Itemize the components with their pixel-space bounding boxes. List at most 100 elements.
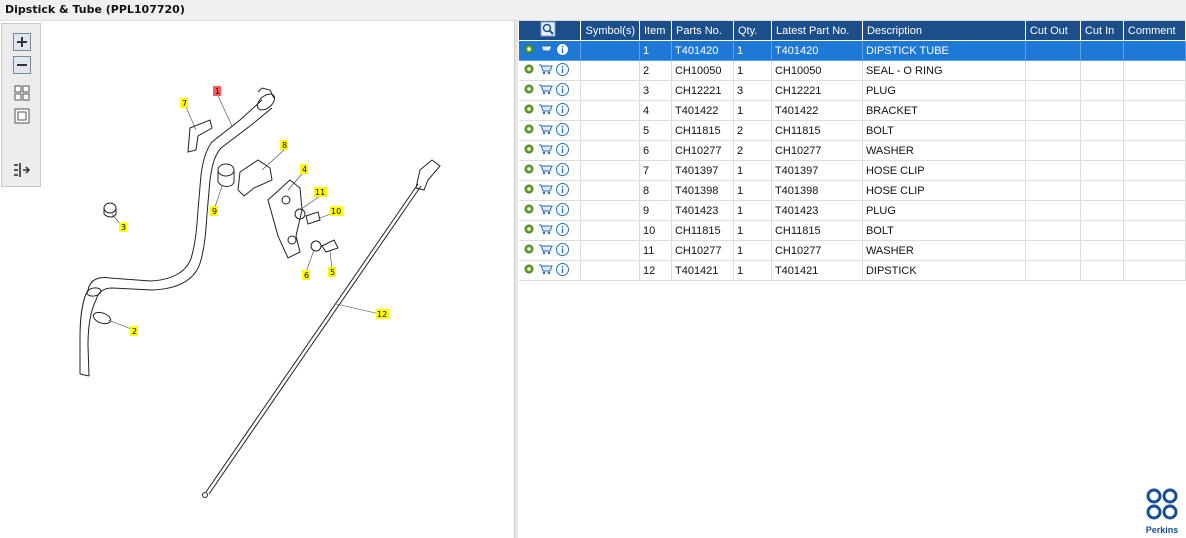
column-header-qty[interactable]: Qty. <box>733 21 772 41</box>
table-row[interactable]: 7 T401397 1 T401397 HOSE CLIP <box>519 160 1186 181</box>
cart-icon[interactable] <box>538 263 553 278</box>
callout-8[interactable]: 8 <box>280 140 288 150</box>
table-row[interactable]: 2 CH10050 1 CH10050 SEAL - O RING <box>519 60 1186 81</box>
cut-out-cell <box>1025 260 1081 281</box>
gear-icon[interactable] <box>523 263 535 278</box>
search-column-header[interactable] <box>519 21 582 41</box>
cart-icon[interactable] <box>538 123 553 138</box>
callout-3[interactable]: 3 <box>119 222 127 232</box>
cart-icon[interactable] <box>538 223 553 238</box>
logo-text: Perkins <box>1145 525 1179 535</box>
column-header-cut-in[interactable]: Cut In <box>1080 21 1124 41</box>
comment-cell <box>1123 160 1186 181</box>
callout-10[interactable]: 10 <box>330 206 343 216</box>
fit-window-icon[interactable] <box>13 107 31 125</box>
cart-icon[interactable] <box>538 203 553 218</box>
gear-icon[interactable] <box>523 223 535 238</box>
cut-out-cell <box>1025 160 1081 181</box>
table-row[interactable]: 11 CH10277 1 CH10277 WASHER <box>519 240 1186 261</box>
info-icon[interactable] <box>556 42 569 59</box>
callout-11[interactable]: 11 <box>314 187 327 197</box>
cart-icon[interactable] <box>538 183 553 198</box>
callout-1[interactable]: 1 <box>213 86 221 96</box>
column-header-comment[interactable]: Comment <box>1123 21 1186 41</box>
table-row[interactable]: 6 CH10277 2 CH10277 WASHER <box>519 140 1186 161</box>
column-header-latest-part-no[interactable]: Latest Part No. <box>771 21 863 41</box>
latest-part-no-cell: CH11815 <box>771 220 863 241</box>
search-icon[interactable] <box>540 21 556 40</box>
callout-4[interactable]: 4 <box>300 164 308 174</box>
gear-icon[interactable] <box>523 143 535 158</box>
parts-no-cell: T401421 <box>671 260 734 281</box>
callout-6[interactable]: 6 <box>302 270 310 280</box>
gear-icon[interactable] <box>523 163 535 178</box>
info-icon[interactable] <box>556 242 569 259</box>
fit-grid-icon[interactable] <box>13 84 31 102</box>
table-row[interactable]: 3 CH12221 3 CH12221 PLUG <box>519 80 1186 101</box>
gear-icon[interactable] <box>523 123 535 138</box>
item-cell: 8 <box>639 180 672 201</box>
table-row[interactable]: 1 T401420 1 T401420 DIPSTICK TUBE <box>519 40 1186 61</box>
cart-icon[interactable] <box>538 163 553 178</box>
export-list-icon[interactable] <box>13 161 31 179</box>
column-header-item[interactable]: Item <box>639 21 672 41</box>
callout-9[interactable]: 9 <box>210 206 218 216</box>
info-icon[interactable] <box>556 142 569 159</box>
info-icon[interactable] <box>556 162 569 179</box>
symbols-cell <box>580 220 640 241</box>
description-cell: BRACKET <box>862 100 1026 121</box>
table-row[interactable]: 12 T401421 1 T401421 DIPSTICK <box>519 260 1186 281</box>
cut-in-cell <box>1080 40 1124 61</box>
parts-no-cell: CH10277 <box>671 140 734 161</box>
zoom-in-icon[interactable] <box>13 33 31 51</box>
cart-icon[interactable] <box>538 83 553 98</box>
table-row[interactable]: 4 T401422 1 T401422 BRACKET <box>519 100 1186 121</box>
table-row[interactable]: 8 T401398 1 T401398 HOSE CLIP <box>519 180 1186 201</box>
info-icon[interactable] <box>556 62 569 79</box>
cart-icon[interactable] <box>538 143 553 158</box>
column-header-symbols[interactable]: Symbol(s) <box>580 21 640 41</box>
parts-no-cell: CH11815 <box>671 120 734 141</box>
cut-out-cell <box>1025 200 1081 221</box>
cart-icon[interactable] <box>538 103 553 118</box>
table-row[interactable]: 10 CH11815 1 CH11815 BOLT <box>519 220 1186 241</box>
callout-5[interactable]: 5 <box>328 267 336 277</box>
column-header-cut-out[interactable]: Cut Out <box>1025 21 1081 41</box>
row-icons <box>519 160 582 181</box>
cart-icon[interactable] <box>538 63 553 78</box>
gear-icon[interactable] <box>523 83 535 98</box>
info-icon[interactable] <box>556 122 569 139</box>
symbols-cell <box>580 80 640 101</box>
info-icon[interactable] <box>556 222 569 239</box>
gear-icon[interactable] <box>523 183 535 198</box>
info-icon[interactable] <box>556 262 569 279</box>
cut-in-cell <box>1080 260 1124 281</box>
gear-icon[interactable] <box>523 63 535 78</box>
gear-icon[interactable] <box>523 43 535 58</box>
comment-cell <box>1123 240 1186 261</box>
comment-cell <box>1123 120 1186 141</box>
table-row[interactable]: 9 T401423 1 T401423 PLUG <box>519 200 1186 221</box>
callout-2[interactable]: 2 <box>130 326 138 336</box>
table-row[interactable]: 5 CH11815 2 CH11815 BOLT <box>519 120 1186 141</box>
gear-icon[interactable] <box>523 243 535 258</box>
symbols-cell <box>580 240 640 261</box>
callout-7[interactable]: 7 <box>180 98 188 108</box>
row-icons <box>519 100 582 121</box>
description-cell: WASHER <box>862 140 1026 161</box>
info-icon[interactable] <box>556 82 569 99</box>
gear-icon[interactable] <box>523 203 535 218</box>
info-icon[interactable] <box>556 202 569 219</box>
callout-12[interactable]: 12 <box>376 309 389 319</box>
info-icon[interactable] <box>556 182 569 199</box>
info-icon[interactable] <box>556 102 569 119</box>
column-header-parts-no[interactable]: Parts No. <box>671 21 734 41</box>
column-header-description[interactable]: Description <box>862 21 1026 41</box>
gear-icon[interactable] <box>523 103 535 118</box>
cart-icon[interactable] <box>538 243 553 258</box>
qty-cell: 1 <box>733 100 772 121</box>
zoom-out-icon[interactable] <box>13 56 31 74</box>
cart-icon[interactable] <box>538 43 553 58</box>
exploded-diagram[interactable]: 1 7 8 4 11 10 9 3 6 5 2 12 <box>0 21 514 538</box>
row-icons <box>519 180 582 201</box>
